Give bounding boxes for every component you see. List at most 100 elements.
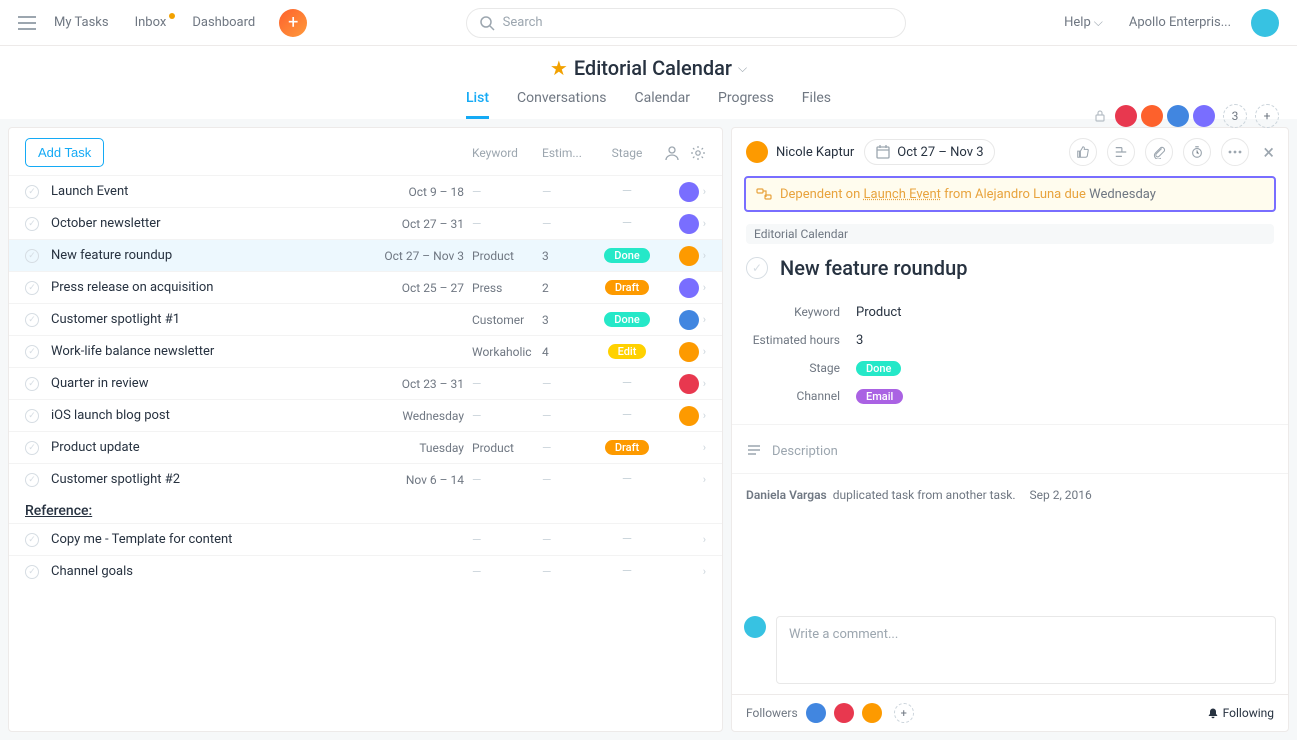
task-row[interactable]: ✓October newsletterOct 27 – 31———› <box>9 207 722 239</box>
assignee-name: Nicole Kaptur <box>776 145 854 160</box>
chevron-right-icon: › <box>703 533 706 546</box>
task-row[interactable]: ✓Work-life balance newsletterWorkaholic4… <box>9 335 722 367</box>
following-toggle[interactable]: Following <box>1207 706 1274 720</box>
project-tag[interactable]: Editorial Calendar <box>746 224 1274 244</box>
followers-bar: Followers + Following <box>732 694 1288 731</box>
star-icon[interactable]: ★ <box>550 56 568 80</box>
tab-calendar[interactable]: Calendar <box>634 90 690 119</box>
tab-progress[interactable]: Progress <box>718 90 774 119</box>
task-row[interactable]: ✓Channel goals———› <box>9 555 722 587</box>
nav-dashboard[interactable]: Dashboard <box>184 15 263 30</box>
member-avatar[interactable] <box>1193 105 1215 127</box>
nav-my-tasks[interactable]: My Tasks <box>46 15 117 30</box>
more-button[interactable] <box>1221 138 1249 166</box>
task-est: — <box>542 409 592 423</box>
task-row[interactable]: ✓Copy me - Template for content———› <box>9 523 722 555</box>
section-reference[interactable]: Reference: <box>9 495 722 523</box>
task-est: 3 <box>542 313 592 327</box>
field-val-channel[interactable]: Email <box>856 389 903 404</box>
task-row[interactable]: ✓Quarter in reviewOct 23 – 31———› <box>9 367 722 399</box>
workspace-name[interactable]: Apollo Enterpris... <box>1129 15 1231 30</box>
complete-checkbox[interactable]: ✓ <box>25 281 39 295</box>
field-val-est[interactable]: 3 <box>856 333 863 348</box>
add-task-button[interactable]: Add Task <box>25 138 104 167</box>
complete-checkbox[interactable]: ✓ <box>25 217 39 231</box>
add-member-button[interactable]: + <box>1255 104 1279 128</box>
assignee-avatar[interactable] <box>679 342 699 362</box>
assignee-avatar[interactable] <box>679 406 699 426</box>
assignee-avatar[interactable] <box>679 278 699 298</box>
member-avatar[interactable] <box>1141 105 1163 127</box>
task-row[interactable]: ✓iOS launch blog postWednesday———› <box>9 399 722 431</box>
complete-checkbox[interactable]: ✓ <box>25 565 39 579</box>
complete-checkbox[interactable]: ✓ <box>25 345 39 359</box>
tab-conversations[interactable]: Conversations <box>517 90 606 119</box>
add-follower-button[interactable]: + <box>894 703 914 723</box>
task-keyword: — <box>472 409 542 423</box>
task-row[interactable]: ✓Press release on acquisitionOct 25 – 27… <box>9 271 722 303</box>
timer-button[interactable] <box>1183 138 1211 166</box>
complete-checkbox[interactable]: ✓ <box>25 473 39 487</box>
member-overflow[interactable]: 3 <box>1223 104 1247 128</box>
follower-avatar[interactable] <box>862 703 882 723</box>
field-val-keyword[interactable]: Product <box>856 305 901 320</box>
dependency-banner[interactable]: Dependent on Launch Event from Alejandro… <box>744 176 1276 212</box>
tab-files[interactable]: Files <box>802 90 831 119</box>
task-keyword: Press <box>472 281 542 295</box>
bell-icon <box>1207 707 1219 719</box>
person-icon[interactable] <box>664 145 680 161</box>
complete-checkbox[interactable]: ✓ <box>25 377 39 391</box>
menu-icon[interactable] <box>18 16 36 30</box>
chevron-down-icon[interactable]: ⌵ <box>738 61 747 76</box>
complete-checkbox[interactable]: ✓ <box>25 313 39 327</box>
description-field[interactable]: Description <box>732 424 1288 473</box>
col-estimated[interactable]: Estim... <box>542 146 592 160</box>
user-avatar[interactable] <box>1251 9 1279 37</box>
col-stage[interactable]: Stage <box>592 146 662 160</box>
complete-checkbox[interactable]: ✓ <box>25 249 39 263</box>
project-title[interactable]: ★ Editorial Calendar ⌵ <box>550 56 747 80</box>
subtask-button[interactable] <box>1107 138 1135 166</box>
task-row[interactable]: ✓New feature roundupOct 27 – Nov 3Produc… <box>9 239 722 271</box>
nav-inbox[interactable]: Inbox <box>127 15 175 30</box>
complete-checkbox[interactable]: ✓ <box>746 257 768 279</box>
follower-avatar[interactable] <box>834 703 854 723</box>
follower-avatar[interactable] <box>806 703 826 723</box>
assignee-chip[interactable]: Nicole Kaptur <box>746 141 854 163</box>
project-title-text: Editorial Calendar <box>574 56 732 80</box>
detail-header: Nicole Kaptur Oct 27 – Nov 3 × <box>732 128 1288 176</box>
comment-input[interactable]: Write a comment... <box>776 616 1276 684</box>
search-input[interactable]: Search <box>466 8 906 38</box>
field-val-stage[interactable]: Done <box>856 361 901 376</box>
due-date-chip[interactable]: Oct 27 – Nov 3 <box>864 139 994 165</box>
chevron-right-icon: › <box>703 249 706 262</box>
field-label-channel: Channel <box>746 389 856 403</box>
complete-checkbox[interactable]: ✓ <box>25 185 39 199</box>
task-row[interactable]: ✓Customer spotlight #2Nov 6 – 14———› <box>9 463 722 495</box>
quick-add-button[interactable]: + <box>279 9 307 37</box>
assignee-avatar[interactable] <box>679 246 699 266</box>
task-row[interactable]: ✓Product updateTuesdayProduct—Draft› <box>9 431 722 463</box>
assignee-avatar[interactable] <box>679 182 699 202</box>
complete-checkbox[interactable]: ✓ <box>25 533 39 547</box>
member-avatar[interactable] <box>1167 105 1189 127</box>
attachment-button[interactable] <box>1145 138 1173 166</box>
tab-list[interactable]: List <box>466 90 489 119</box>
help-menu[interactable]: Help⌵ <box>1064 15 1103 30</box>
like-button[interactable] <box>1069 138 1097 166</box>
assignee-avatar[interactable] <box>679 310 699 330</box>
col-keyword[interactable]: Keyword <box>472 146 542 160</box>
task-title[interactable]: New feature roundup <box>780 256 967 280</box>
assignee-avatar[interactable] <box>679 374 699 394</box>
complete-checkbox[interactable]: ✓ <box>25 409 39 423</box>
assignee-avatar[interactable] <box>679 214 699 234</box>
complete-checkbox[interactable]: ✓ <box>25 441 39 455</box>
due-date-text: Oct 27 – Nov 3 <box>897 145 983 160</box>
task-row[interactable]: ✓Launch EventOct 9 – 18———› <box>9 175 722 207</box>
member-avatar[interactable] <box>1115 105 1137 127</box>
close-icon[interactable]: × <box>1263 140 1274 164</box>
project-header: ★ Editorial Calendar ⌵ List Conversation… <box>0 46 1297 119</box>
task-keyword: — <box>472 565 542 579</box>
task-row[interactable]: ✓Customer spotlight #1Customer3Done› <box>9 303 722 335</box>
gear-icon[interactable] <box>690 145 706 161</box>
